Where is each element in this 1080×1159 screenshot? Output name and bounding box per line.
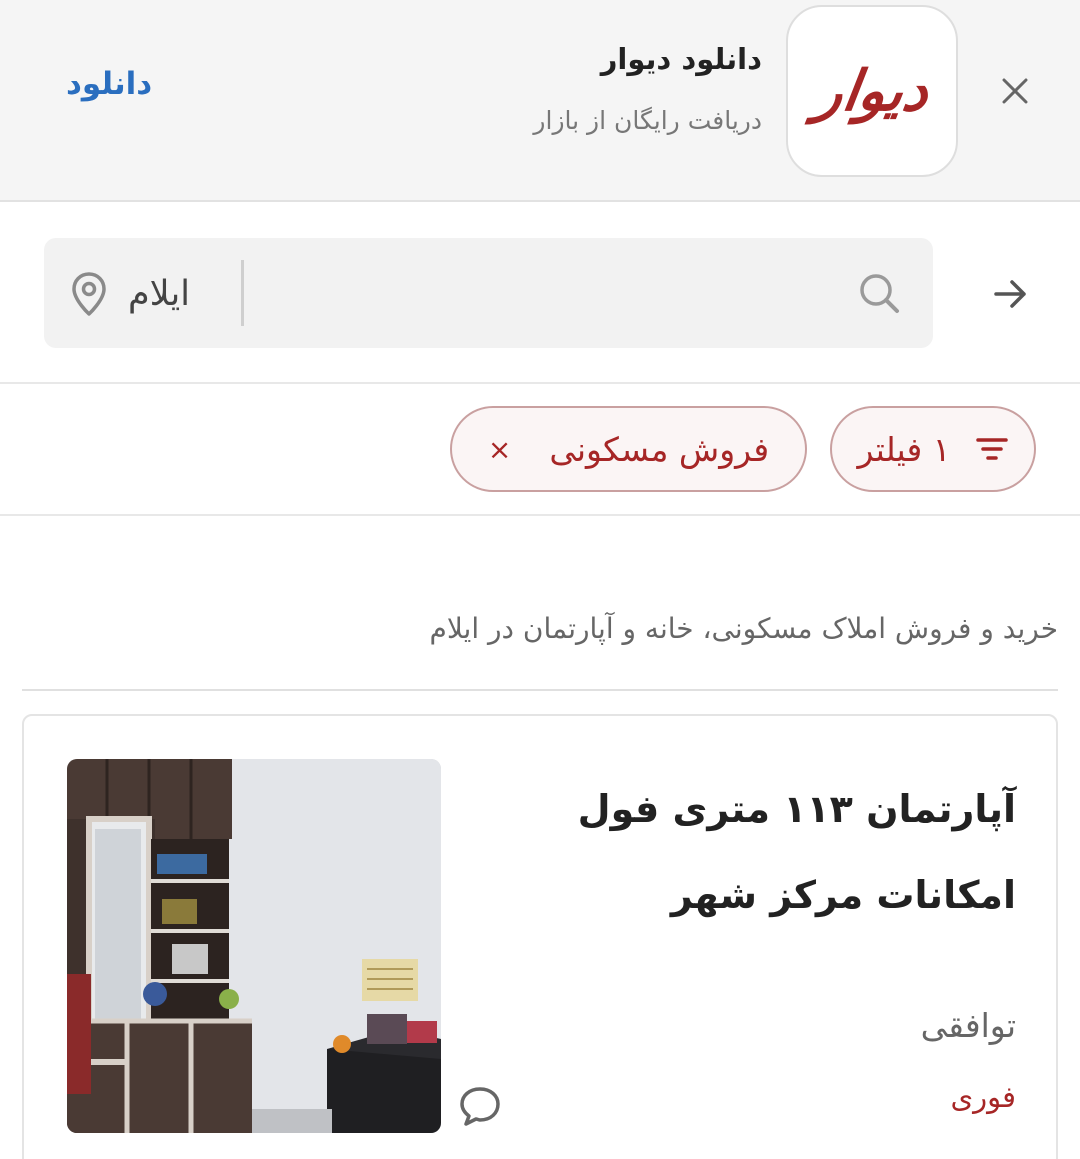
- close-banner-button[interactable]: [994, 70, 1036, 112]
- search-header: ایلام: [0, 204, 1080, 384]
- download-button[interactable]: دانلود: [66, 66, 152, 102]
- app-download-banner: دیوار دانلود دیوار دریافت رایگان از بازا…: [0, 0, 1080, 202]
- listing-price: توافقی: [920, 1006, 1016, 1045]
- listing-title: آپارتمان ۱۱۳ متری فول امکانات مرکز شهر: [577, 787, 1016, 917]
- filters-chip[interactable]: ۱ فیلتر: [830, 406, 1036, 492]
- filter-lines-icon: [975, 438, 1008, 460]
- remove-category-filter-button[interactable]: ×: [488, 433, 511, 466]
- listing-thumbnail: [67, 759, 441, 1133]
- app-logo-text: دیوار: [811, 58, 933, 124]
- chat-bubble-icon: [460, 1087, 500, 1126]
- urgent-badge: فوری: [950, 1080, 1016, 1114]
- page-title: خرید و فروش املاک مسکونی، خانه و آپارتما…: [429, 612, 1059, 645]
- search-box[interactable]: ایلام: [44, 238, 933, 348]
- search-divider: [241, 260, 244, 326]
- category-chip[interactable]: فروش مسکونی ×: [450, 406, 807, 492]
- banner-title: دانلود دیوار: [600, 42, 762, 76]
- search-icon[interactable]: [854, 268, 904, 318]
- chat-button[interactable]: [456, 1082, 504, 1130]
- location-pin-icon: [72, 272, 106, 316]
- city-label: ایلام: [128, 274, 191, 314]
- category-chip-label: فروش مسکونی: [549, 429, 770, 469]
- arrow-right-icon: [994, 280, 1026, 308]
- listing-card[interactable]: آپارتمان ۱۱۳ متری فول امکانات مرکز شهر ت…: [22, 714, 1058, 1159]
- search-input[interactable]: [254, 258, 834, 328]
- filter-bar: ۱ فیلتر فروش مسکونی ×: [0, 386, 1080, 516]
- city-selector[interactable]: ایلام: [70, 264, 190, 324]
- back-button[interactable]: [984, 268, 1036, 320]
- filters-chip-label: ۱ فیلتر: [857, 429, 951, 469]
- close-icon: [1002, 78, 1028, 104]
- app-logo: دیوار: [786, 5, 958, 177]
- divider: [22, 689, 1058, 691]
- banner-subtitle: دریافت رایگان از بازار: [533, 106, 762, 135]
